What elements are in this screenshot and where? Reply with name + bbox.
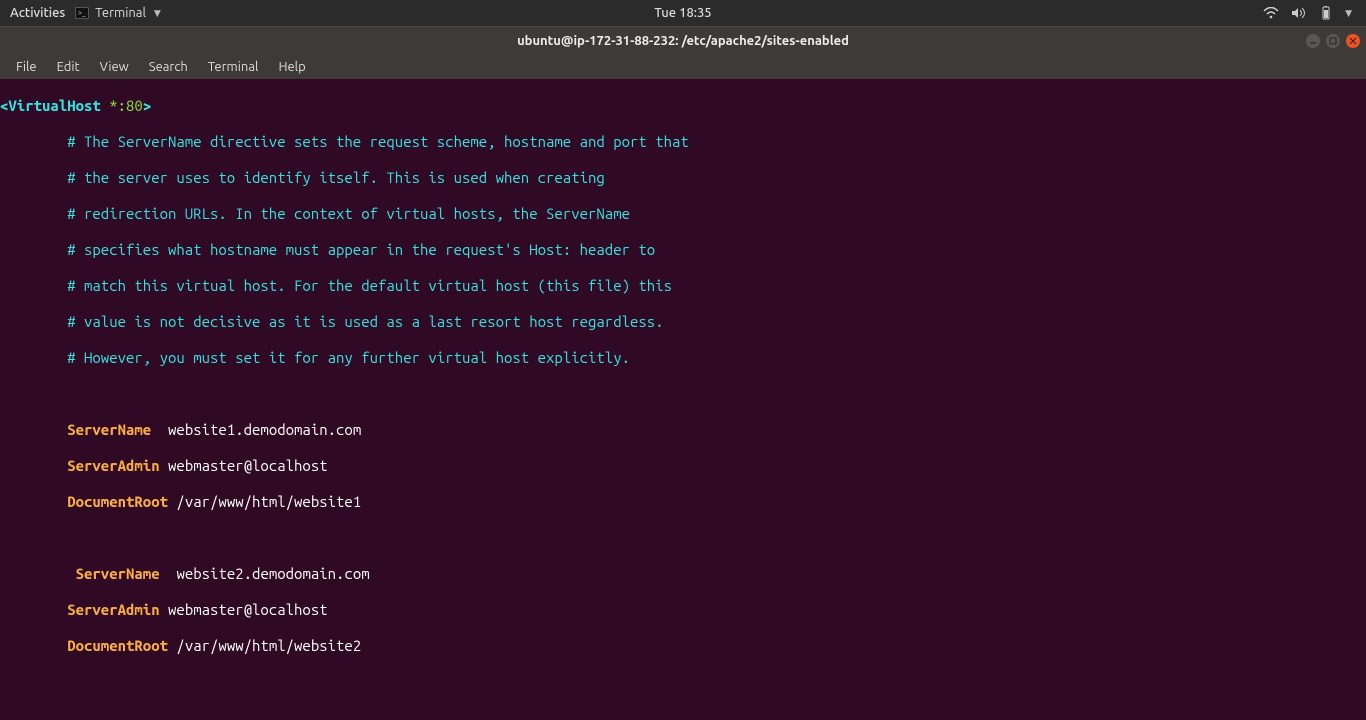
terminal-menubar: File Edit View Search Terminal Help (0, 55, 1366, 79)
menu-search[interactable]: Search (139, 59, 198, 75)
kw-documentroot: DocumentRoot (67, 637, 168, 654)
menu-view[interactable]: View (90, 59, 139, 75)
activities-label[interactable]: Activities (10, 6, 65, 20)
kw-serveradmin: ServerAdmin (67, 601, 159, 618)
topbar-app[interactable]: >_ Terminal ▼ (75, 6, 161, 20)
wifi-icon (1263, 7, 1279, 19)
menu-file[interactable]: File (6, 59, 47, 75)
menu-edit[interactable]: Edit (47, 59, 90, 75)
menu-terminal[interactable]: Terminal (198, 59, 269, 75)
topbar-clock[interactable]: Tue 18:35 (654, 6, 711, 20)
chevron-down-icon: ▼ (1345, 8, 1352, 19)
terminal-icon: >_ (75, 7, 89, 19)
comment-line: # value is not decisive as it is used as… (67, 313, 663, 330)
kw-documentroot: DocumentRoot (67, 493, 168, 510)
volume-icon (1291, 7, 1307, 19)
terminal-output[interactable]: <VirtualHost *:80> # The ServerName dire… (0, 79, 1366, 720)
battery-icon (1319, 6, 1333, 20)
gnome-topbar: Activities >_ Terminal ▼ Tue 18:35 ▼ (0, 0, 1366, 26)
topbar-app-label: Terminal (95, 6, 146, 20)
comment-line: # The ServerName directive sets the requ… (67, 133, 689, 150)
minimize-button[interactable] (1306, 34, 1320, 48)
comment-line: # match this virtual host. For the defau… (67, 277, 672, 294)
comment-line: # the server uses to identify itself. Th… (67, 169, 605, 186)
vhost-open-arg: *:80 (109, 97, 143, 114)
kw-servername: ServerName (76, 565, 160, 582)
vhost-open-tag: VirtualHost (8, 97, 100, 114)
kw-serveradmin: ServerAdmin (67, 457, 159, 474)
documentroot-1: /var/www/html/website1 (176, 493, 361, 510)
documentroot-2: /var/www/html/website2 (176, 637, 361, 654)
chevron-down-icon: ▼ (154, 8, 161, 19)
servername-1: website1.demodomain.com (168, 421, 361, 438)
close-button[interactable] (1346, 34, 1360, 48)
servername-2: website2.demodomain.com (176, 565, 369, 582)
serveradmin-2: webmaster@localhost (168, 601, 328, 618)
comment-line: # However, you must set it for any furth… (67, 349, 630, 366)
serveradmin-1: webmaster@localhost (168, 457, 328, 474)
menu-help[interactable]: Help (268, 59, 315, 75)
comment-line: # specifies what hostname must appear in… (67, 241, 655, 258)
comment-line: # redirection URLs. In the context of vi… (67, 205, 630, 222)
topbar-status-area[interactable]: ▼ (1263, 6, 1366, 20)
kw-servername: ServerName (67, 421, 151, 438)
window-titlebar: ubuntu@ip-172-31-88-232: /etc/apache2/si… (0, 26, 1366, 55)
maximize-button[interactable] (1326, 34, 1340, 48)
window-title: ubuntu@ip-172-31-88-232: /etc/apache2/si… (517, 34, 849, 48)
svg-text:>_: >_ (78, 9, 86, 17)
